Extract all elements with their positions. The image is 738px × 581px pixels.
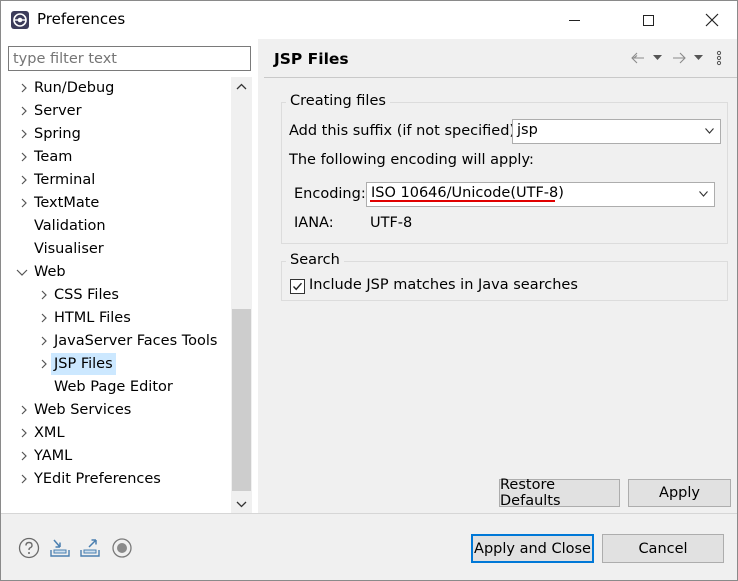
dialog-button-bar: Apply and Close Cancel: [1, 513, 737, 580]
suffix-combo-value: jsp: [517, 122, 538, 138]
encoding-note: The following encoding will apply:: [289, 152, 534, 168]
maximize-button[interactable]: [625, 1, 671, 39]
chevron-right-icon[interactable]: [18, 192, 32, 214]
chevron-right-icon[interactable]: [38, 353, 52, 375]
tree-item-label: Team: [34, 149, 73, 165]
chevron-right-icon[interactable]: [18, 123, 32, 145]
iana-label: IANA:: [294, 215, 334, 231]
kebab-menu-icon: [716, 50, 722, 66]
eclipse-icon: [11, 11, 29, 29]
include-jsp-checkbox[interactable]: [290, 279, 305, 294]
close-icon: [705, 13, 719, 27]
search-group-label: Search: [286, 252, 344, 268]
chevron-right-icon[interactable]: [18, 468, 32, 490]
tree-item-label: YEdit Preferences: [34, 471, 161, 487]
encoding-combo[interactable]: ISO 10646/Unicode(UTF-8): [366, 182, 715, 207]
help-icon[interactable]: [17, 536, 41, 560]
preference-tree-pane: Run/Debug Server Spring Team Terminal Te…: [1, 39, 258, 513]
chevron-down-icon: [699, 191, 708, 197]
scroll-thumb[interactable]: [232, 309, 251, 491]
forward-history-dropdown[interactable]: [694, 49, 703, 67]
export-icon[interactable]: [78, 536, 102, 560]
suffix-label: Add this suffix (if not specified):: [289, 123, 520, 139]
header-separator: [264, 77, 737, 78]
chevron-up-icon: [236, 83, 247, 89]
iana-value: UTF-8: [370, 215, 413, 231]
minimize-button[interactable]: [551, 1, 597, 39]
scroll-up-button[interactable]: [231, 77, 252, 95]
chevron-right-icon[interactable]: [18, 77, 32, 99]
tree-item-label: CSS Files: [54, 287, 119, 303]
dropdown-triangle-icon: [653, 55, 662, 60]
apply-button[interactable]: Apply: [628, 479, 731, 507]
dropdown-triangle-icon: [694, 55, 703, 60]
cancel-button[interactable]: Cancel: [602, 534, 724, 563]
preference-page: JSP Files Creating files Add this suffix…: [264, 39, 737, 513]
tree-item-label: Server: [34, 103, 82, 119]
chevron-right-icon[interactable]: [38, 284, 52, 306]
chevron-down-icon: [705, 128, 714, 134]
filter-input[interactable]: [8, 46, 251, 71]
back-button[interactable]: [630, 49, 646, 67]
chevron-down-icon[interactable]: [15, 261, 29, 283]
record-icon[interactable]: [110, 536, 134, 560]
forward-button[interactable]: [671, 49, 687, 67]
checkmark-icon: [292, 282, 303, 291]
import-icon[interactable]: [48, 536, 72, 560]
chevron-right-icon[interactable]: [18, 399, 32, 421]
tree-item-label: Spring: [34, 126, 81, 142]
tree-item-label: XML: [34, 425, 65, 441]
tree-item-label: Run/Debug: [34, 80, 115, 96]
minimize-icon: [568, 19, 580, 21]
chevron-right-icon[interactable]: [18, 445, 32, 467]
tree-item-label: Web Services: [34, 402, 132, 418]
chevron-right-icon[interactable]: [18, 146, 32, 168]
tree-item-label: JSP Files: [51, 353, 116, 375]
scroll-down-button[interactable]: [231, 495, 252, 513]
maximize-icon: [642, 14, 654, 26]
title-bar: Preferences: [1, 1, 737, 39]
suffix-combo[interactable]: jsp: [512, 119, 721, 144]
forward-arrow-icon: [673, 52, 686, 64]
page-title: JSP Files: [274, 50, 349, 68]
chevron-right-icon[interactable]: [18, 422, 32, 444]
tree-item-label: Terminal: [34, 172, 96, 188]
chevron-down-icon: [236, 501, 247, 507]
tree-item-label: TextMate: [34, 195, 100, 211]
apply-and-close-button[interactable]: Apply and Close: [471, 534, 594, 563]
tree-item-label: HTML Files: [54, 310, 131, 326]
chevron-right-icon[interactable]: [18, 169, 32, 191]
include-jsp-label[interactable]: Include JSP matches in Java searches: [309, 277, 578, 293]
window-title: Preferences: [37, 10, 126, 28]
creating-files-group-label: Creating files: [286, 93, 390, 109]
preference-tree: Run/Debug Server Spring Team Terminal Te…: [1, 77, 231, 513]
tree-item-label: Web Page Editor: [54, 379, 173, 395]
chevron-right-icon[interactable]: [38, 307, 52, 329]
tree-item-label: Visualiser: [34, 241, 104, 257]
restore-defaults-button[interactable]: Restore Defaults: [499, 477, 620, 509]
back-arrow-icon: [631, 52, 644, 64]
view-menu-button[interactable]: [716, 49, 722, 67]
encoding-combo-value: ISO 10646/Unicode(UTF-8): [371, 185, 564, 201]
preferences-window: Preferences Run/Debug Server Spring: [0, 0, 738, 581]
encoding-highlight-underline: [370, 200, 555, 202]
tree-scrollbar[interactable]: [231, 77, 252, 513]
back-history-dropdown[interactable]: [653, 49, 662, 67]
tree-item-label: Validation: [34, 218, 106, 234]
chevron-right-icon[interactable]: [38, 330, 52, 352]
tree-item-label: JavaServer Faces Tools: [54, 333, 218, 349]
encoding-label: Encoding:: [294, 186, 366, 202]
tree-item-label: YAML: [34, 448, 73, 464]
close-button[interactable]: [689, 1, 735, 39]
tree-item-label: Web: [34, 264, 66, 280]
chevron-right-icon[interactable]: [18, 100, 32, 122]
